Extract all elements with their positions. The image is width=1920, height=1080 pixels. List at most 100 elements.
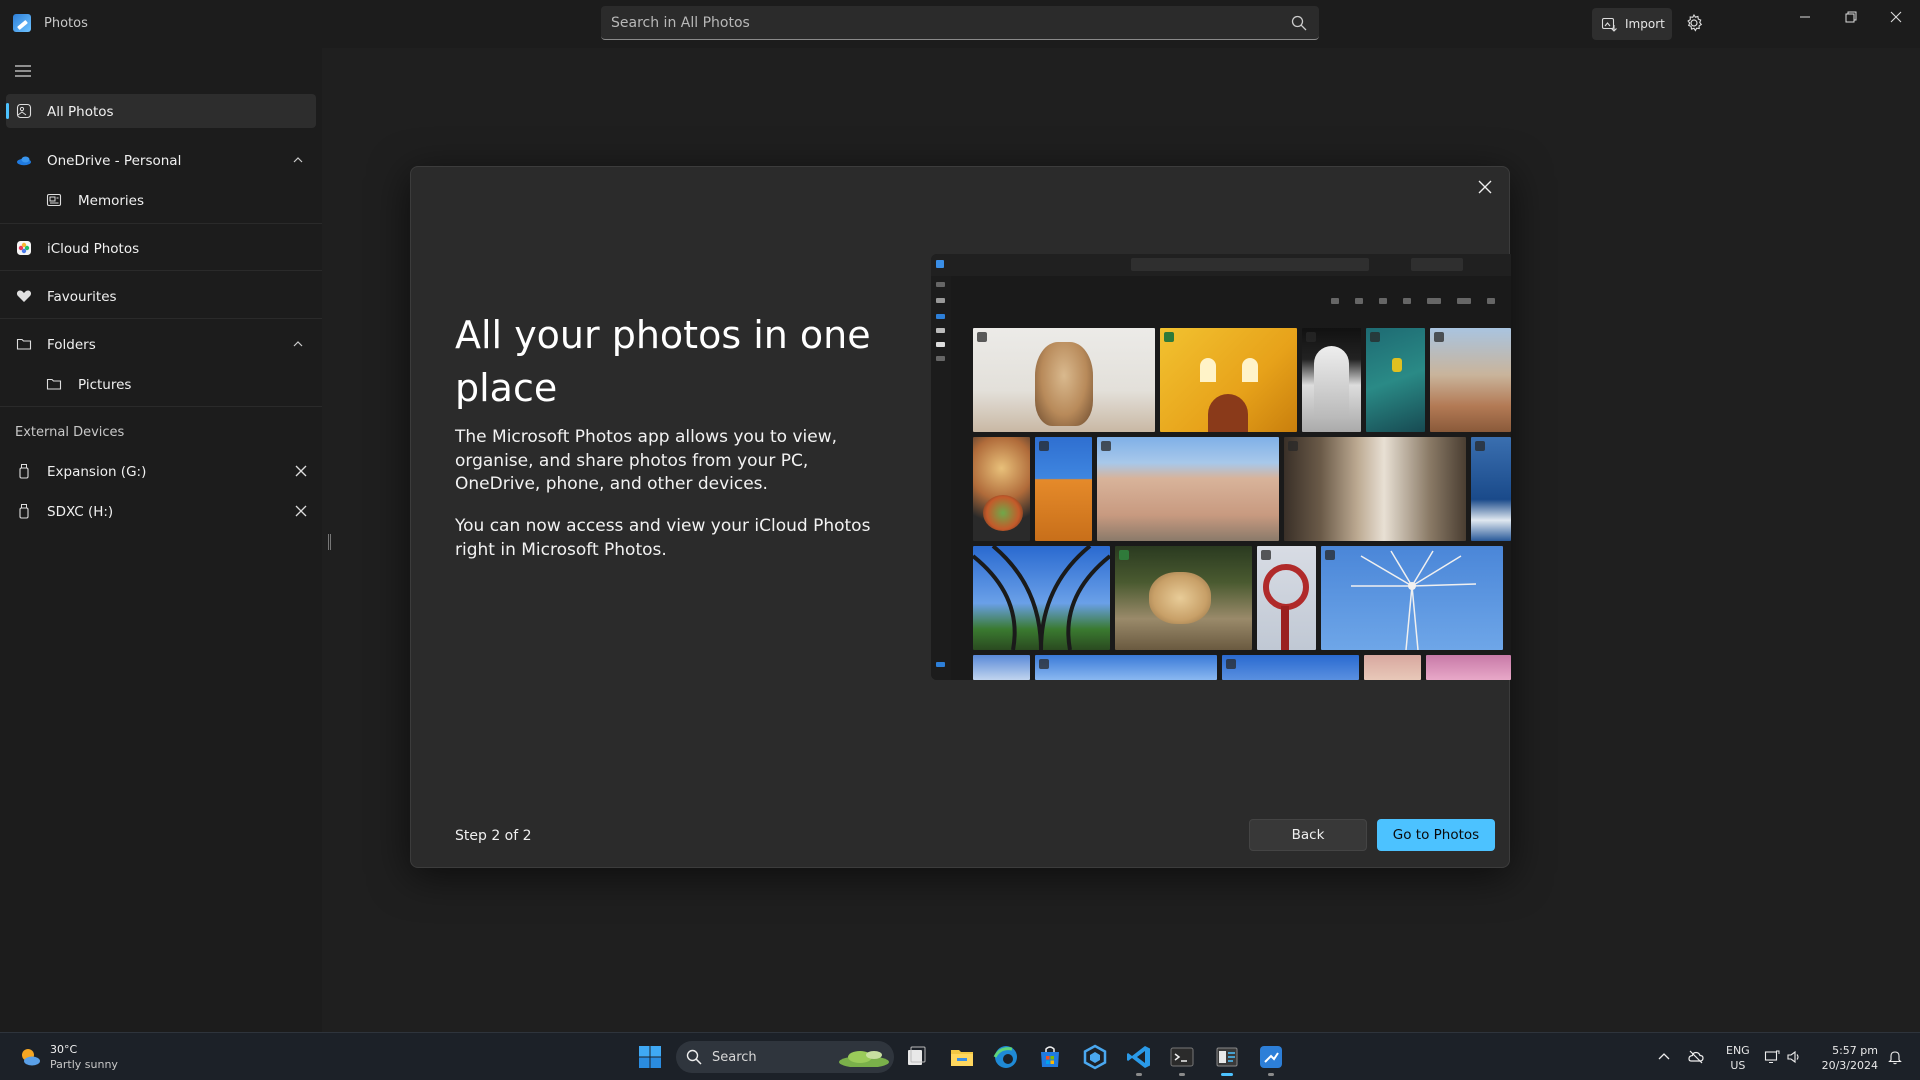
preview-toolbar-icon <box>1379 298 1387 304</box>
external-devices-header: External Devices <box>15 425 125 440</box>
running-indicator <box>1221 1073 1233 1076</box>
file-explorer-icon[interactable] <box>948 1043 976 1071</box>
sidebar-item-label: OneDrive - Personal <box>47 153 182 169</box>
sidebar-item-folders[interactable]: Folders <box>6 327 316 361</box>
preview-nav-icon <box>936 328 945 333</box>
region-code: US <box>1730 1059 1746 1072</box>
search-icon[interactable] <box>1291 15 1307 31</box>
taskbar-search[interactable]: Search <box>676 1041 894 1073</box>
sidebar-item-label: SDXC (H:) <box>47 504 114 520</box>
onedrive-cloud-icon <box>17 156 31 166</box>
copilot-hexagon-icon[interactable] <box>1081 1043 1109 1071</box>
clock-time: 5:57 pm <box>1832 1044 1878 1057</box>
eject-close-icon[interactable] <box>294 504 308 518</box>
preview-nav-icon <box>936 662 945 667</box>
sidebar-item-all-photos[interactable]: All Photos <box>6 94 316 128</box>
edge-browser-icon[interactable] <box>992 1043 1020 1071</box>
microsoft-store-icon[interactable] <box>1036 1043 1064 1071</box>
clock-date: 20/3/2024 <box>1821 1059 1878 1072</box>
close-window-icon[interactable] <box>1886 7 1906 27</box>
search-icon <box>686 1049 702 1065</box>
vscode-icon[interactable] <box>1125 1043 1153 1076</box>
search-box[interactable] <box>601 6 1319 40</box>
preview-nav-icon <box>936 314 945 319</box>
photo-thumbnail-dog-rocks <box>1115 546 1252 650</box>
heart-icon <box>16 290 32 302</box>
sidebar-item-memories[interactable]: Memories <box>6 183 316 217</box>
preview-toolbar-icon <box>1427 298 1441 304</box>
photo-thumbnail-swing-tower <box>1321 546 1503 650</box>
import-button[interactable]: Import <box>1592 8 1672 40</box>
photo-thumbnail-ocean <box>1471 437 1511 541</box>
photo-thumbnail-orange-wall <box>1035 437 1092 541</box>
photo-thumbnail-water-swimmer <box>1366 328 1425 432</box>
preview-nav-icon <box>936 342 945 347</box>
terminal-icon[interactable] <box>1168 1043 1196 1076</box>
notification-bell-icon[interactable] <box>1887 1049 1903 1065</box>
memories-icon <box>46 193 62 207</box>
app-preview-image <box>931 254 1511 680</box>
preview-toolbar-icon <box>1403 298 1411 304</box>
hamburger-menu-icon[interactable] <box>14 64 32 78</box>
pane-resize-handle[interactable] <box>328 534 331 550</box>
chevron-up-icon[interactable] <box>292 154 304 166</box>
photo-thumbnail-pink <box>1426 655 1511 680</box>
minimize-icon[interactable] <box>1795 7 1815 27</box>
input-language-indicator[interactable]: ENG US <box>1726 1043 1750 1073</box>
sidebar-item-onedrive[interactable]: OneDrive - Personal <box>6 143 316 177</box>
partly-sunny-weather-icon[interactable] <box>18 1045 42 1069</box>
chevron-up-icon[interactable] <box>292 338 304 350</box>
photo-thumbnail-dog <box>973 328 1155 432</box>
volume-icon[interactable] <box>1786 1049 1802 1065</box>
sidebar-item-label: Expansion (G:) <box>47 464 147 480</box>
close-dialog-icon[interactable] <box>1475 177 1495 197</box>
sidebar-item-device[interactable]: Expansion (G:) <box>6 454 316 488</box>
settings-gear-icon[interactable] <box>1684 13 1704 33</box>
taskbar-search-label: Search <box>712 1050 757 1065</box>
sidebar-item-icloud[interactable]: iCloud Photos <box>6 231 316 265</box>
dialog-paragraph: The Microsoft Photos app allows you to v… <box>455 427 838 494</box>
sidebar-divider <box>0 406 322 407</box>
back-button[interactable]: Back <box>1249 819 1367 851</box>
photo-thumbnail-desert-rocks <box>1430 328 1511 432</box>
photo-thumbnail-pink <box>1364 655 1421 680</box>
sidebar-item-label: Pictures <box>78 377 132 393</box>
sidebar-item-pictures[interactable]: Pictures <box>6 367 316 401</box>
photo-thumbnail-yellow-building <box>1160 328 1297 432</box>
sidebar-item-label: Memories <box>78 193 145 209</box>
photos-taskbar-icon[interactable] <box>1257 1043 1285 1076</box>
restore-icon[interactable] <box>1841 7 1861 27</box>
clock[interactable]: 5:57 pm 20/3/2024 <box>1812 1043 1878 1073</box>
sidebar-item-favourites[interactable]: Favourites <box>6 279 316 313</box>
windows-start-icon[interactable] <box>638 1045 662 1069</box>
network-icon[interactable] <box>1764 1049 1780 1065</box>
notepad-app-icon[interactable] <box>1213 1043 1241 1076</box>
preview-titlebar <box>931 254 1511 276</box>
task-view-icon[interactable] <box>903 1043 931 1071</box>
search-highlight-icon <box>839 1051 889 1067</box>
photo-thumbnail-sky <box>1222 655 1359 680</box>
eject-close-icon[interactable] <box>294 464 308 478</box>
sidebar-item-device[interactable]: SDXC (H:) <box>6 494 316 528</box>
preview-toolbar-icon <box>1331 298 1339 304</box>
icloud-photos-icon <box>17 241 31 255</box>
folder-icon <box>16 338 32 350</box>
preview-search-bar <box>1131 258 1369 271</box>
import-label: Import <box>1625 17 1665 31</box>
go-to-photos-button[interactable]: Go to Photos <box>1377 819 1495 851</box>
search-input[interactable] <box>611 6 1271 39</box>
onedrive-offline-icon[interactable] <box>1688 1049 1704 1065</box>
photo-thumbnail-ride-loop <box>1257 546 1316 650</box>
sidebar: All Photos OneDrive - Personal Memories … <box>0 48 322 1032</box>
app-title: Photos <box>44 16 88 31</box>
usb-drive-icon <box>19 464 29 479</box>
preview-toolbar-icon <box>1457 298 1471 304</box>
preview-toolbar-icon <box>1355 298 1363 304</box>
dialog-paragraph: You can now access and view your iCloud … <box>455 516 871 560</box>
language-code: ENG <box>1726 1044 1750 1057</box>
usb-drive-icon <box>19 504 29 519</box>
chevron-up-icon[interactable] <box>1656 1049 1672 1065</box>
sidebar-divider <box>0 270 322 271</box>
taskbar: 30°C Partly sunny Search ENG US 5:57 pm … <box>0 1032 1920 1080</box>
photo-thumbnail-archway <box>1302 328 1361 432</box>
